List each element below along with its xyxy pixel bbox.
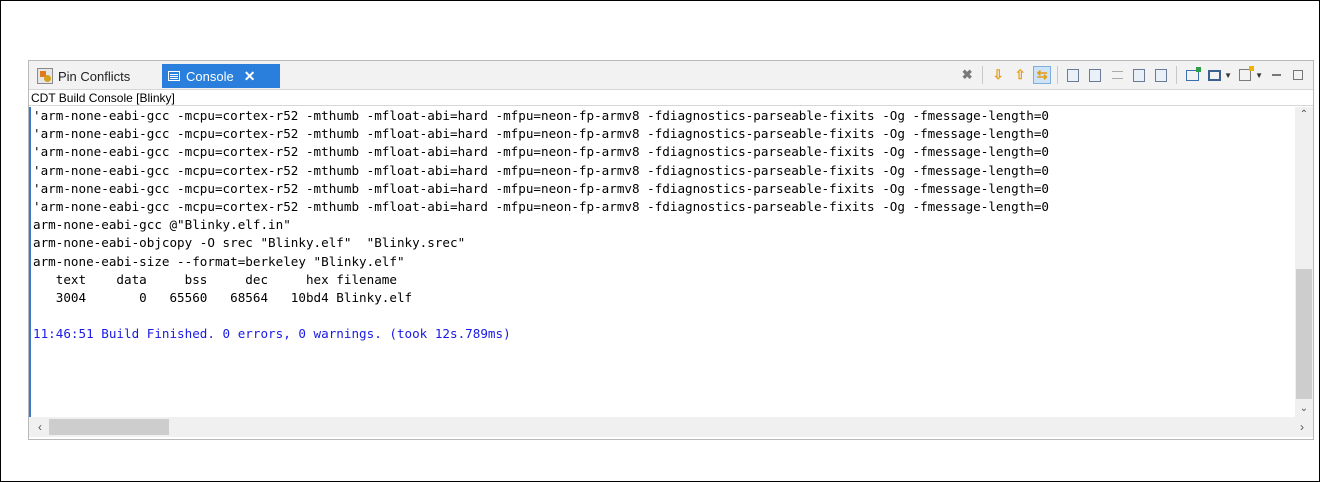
minimize-icon (1271, 74, 1281, 76)
terminate-icon: ✖ (961, 67, 973, 82)
close-tab-icon[interactable]: ✕ (244, 68, 256, 85)
pin-conflicts-icon (37, 68, 53, 84)
console-line: 11:46:51 Build Finished. 0 errors, 0 war… (33, 326, 511, 342)
console-line: arm-none-eabi-objcopy -O srec "Blinky.el… (33, 235, 466, 251)
terminate-button[interactable]: ✖ (958, 66, 976, 84)
console-line: 'arm-none-eabi-gcc -mcpu=cortex-r52 -mth… (33, 162, 1049, 178)
vertical-scrollbar[interactable]: ⌃ ⌄ (1295, 107, 1313, 417)
word-wrap-button[interactable] (1108, 66, 1126, 84)
next-error-button[interactable]: ⇩ (989, 66, 1007, 84)
toolbar-separator (1057, 66, 1059, 84)
window-frame: Pin Conflicts Console ✕ ✖ ⇩ ⇧ ⇆ ▼ ▼ CDT … (0, 0, 1320, 482)
open-console-button[interactable] (1236, 66, 1255, 84)
link-icon: ⇆ (1036, 67, 1048, 82)
console-line: 'arm-none-eabi-gcc -mcpu=cortex-r52 -mth… (33, 180, 1049, 196)
console-toolbar: ✖ ⇩ ⇧ ⇆ ▼ ▼ (958, 64, 1307, 86)
horizontal-scrollbar[interactable]: ‹ › (29, 417, 1313, 437)
console-line: arm-none-eabi-gcc @"Blinky.elf.in" (33, 217, 291, 233)
toolbar-separator (1176, 66, 1178, 84)
console-icon (168, 71, 180, 81)
toolbar-separator (982, 66, 984, 84)
console-line: text data bss dec hex filename (33, 271, 397, 287)
clear-console-button[interactable] (1130, 66, 1148, 84)
minimize-button[interactable] (1267, 66, 1285, 84)
pin-console-button[interactable] (1183, 66, 1201, 84)
console-line: 'arm-none-eabi-gcc -mcpu=cortex-r52 -mth… (33, 199, 1049, 215)
display-console-icon (1207, 69, 1221, 81)
console-view: Pin Conflicts Console ✕ ✖ ⇩ ⇧ ⇆ ▼ ▼ CDT … (28, 60, 1314, 440)
vertical-scroll-thumb[interactable] (1296, 269, 1312, 399)
display-console-button[interactable] (1205, 66, 1223, 84)
tab-pin-conflicts[interactable]: Pin Conflicts (33, 64, 136, 88)
chevron-down-icon[interactable]: ▼ (1255, 71, 1263, 80)
chevron-down-icon[interactable]: ▼ (1224, 71, 1232, 80)
horizontal-scroll-thumb[interactable] (49, 419, 169, 435)
arrow-down-icon: ⇩ (992, 67, 1004, 82)
clear-console-icon (1133, 68, 1146, 82)
open-console-icon (1239, 66, 1255, 81)
maximize-button[interactable] (1289, 66, 1307, 84)
scroll-left-icon[interactable]: ‹ (31, 417, 49, 437)
tab-bar: Pin Conflicts Console ✕ ✖ ⇩ ⇧ ⇆ ▼ ▼ (29, 61, 1313, 89)
copy-log-icon (1067, 68, 1080, 82)
console-line: 'arm-none-eabi-gcc -mcpu=cortex-r52 -mth… (33, 108, 1049, 123)
markers-icon (1089, 68, 1102, 82)
tab-pin-conflicts-label: Pin Conflicts (58, 68, 131, 84)
scroll-up-icon[interactable]: ⌃ (1295, 107, 1313, 123)
tab-console-label: Console (186, 68, 234, 84)
scroll-lock-button[interactable] (1152, 66, 1170, 84)
maximize-icon (1293, 70, 1303, 80)
console-output[interactable]: 'arm-none-eabi-gcc -mcpu=cortex-r52 -mth… (29, 107, 1295, 417)
pin-console-icon (1185, 66, 1201, 81)
arrow-up-icon: ⇧ (1014, 67, 1026, 82)
scroll-lock-icon (1155, 68, 1168, 82)
scroll-down-icon[interactable]: ⌄ (1295, 401, 1313, 417)
word-wrap-icon (1111, 71, 1123, 79)
console-line: arm-none-eabi-size --format=berkeley "Bl… (33, 253, 405, 269)
console-title: CDT Build Console [Blinky] (29, 89, 1313, 106)
console-line: 3004 0 65560 68564 10bd4 Blinky.elf (33, 290, 413, 306)
tab-console[interactable]: Console ✕ (162, 64, 280, 88)
copy-build-log-button[interactable] (1064, 66, 1082, 84)
link-errors-button[interactable]: ⇆ (1033, 66, 1052, 84)
console-line: 'arm-none-eabi-gcc -mcpu=cortex-r52 -mth… (33, 126, 1049, 142)
previous-error-button[interactable]: ⇧ (1011, 66, 1029, 84)
scroll-right-icon[interactable]: › (1293, 417, 1311, 437)
console-line: 'arm-none-eabi-gcc -mcpu=cortex-r52 -mth… (33, 144, 1049, 160)
show-markers-button[interactable] (1086, 66, 1104, 84)
